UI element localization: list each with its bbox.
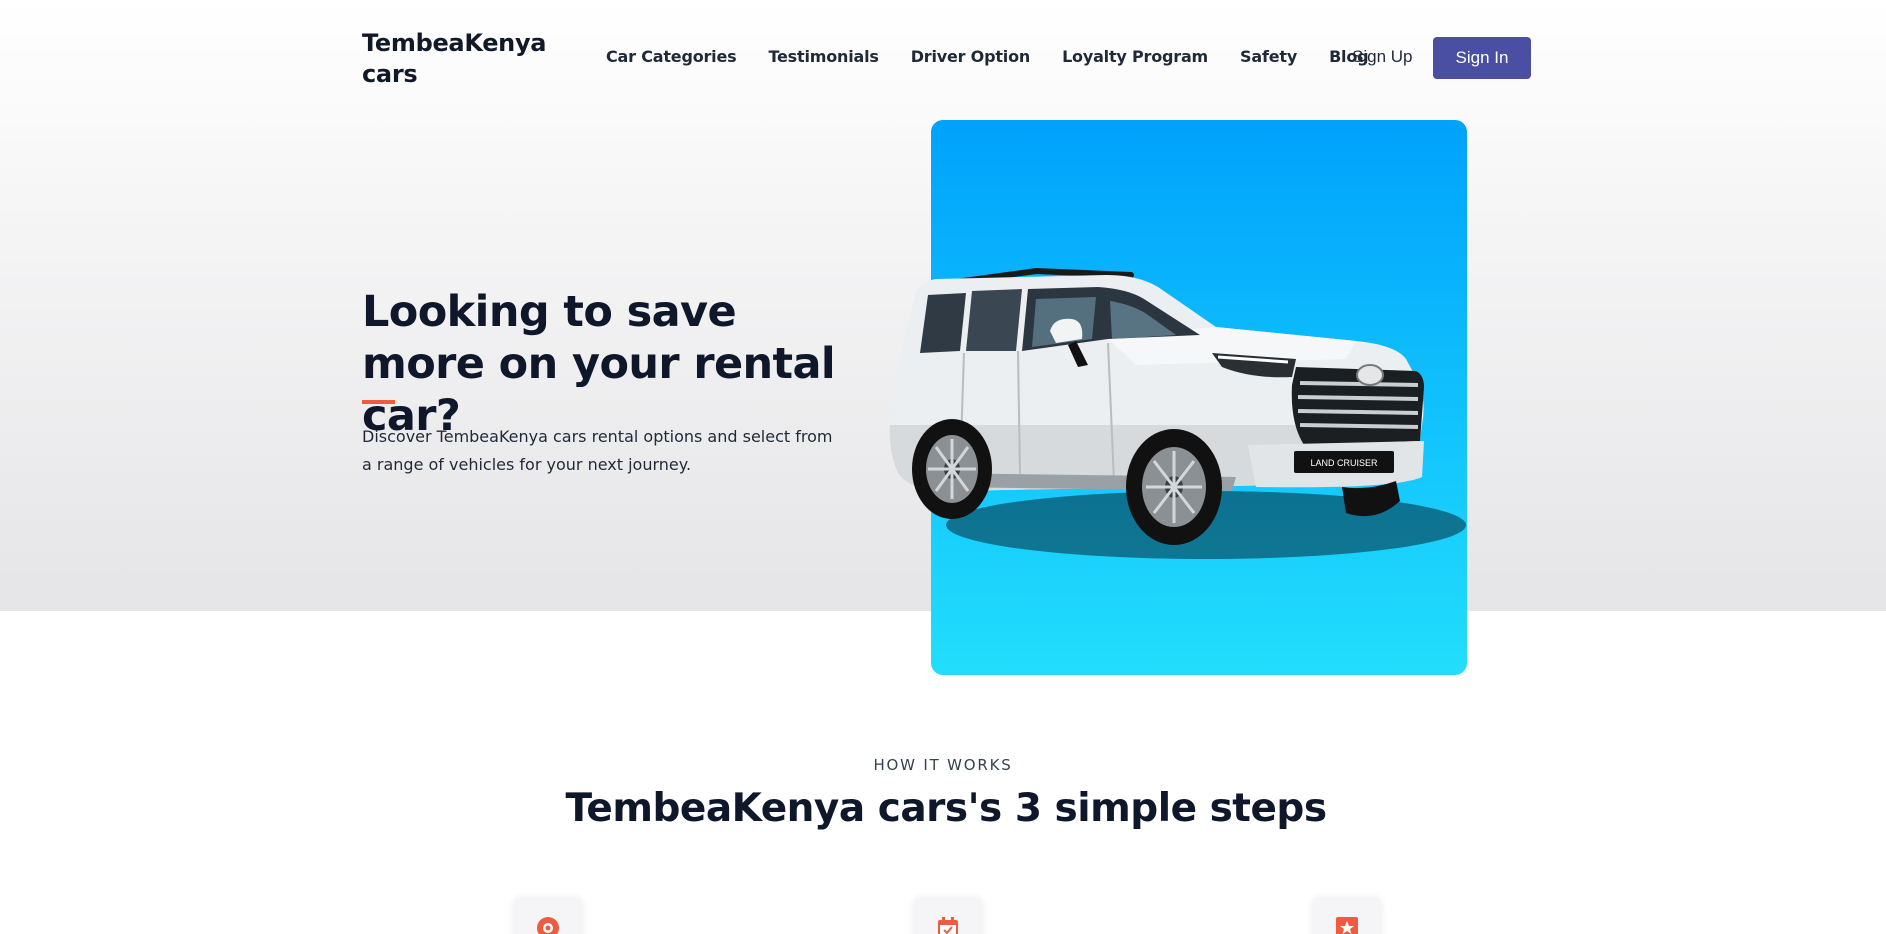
step-card-1	[514, 898, 582, 934]
nav-link-car-categories[interactable]: Car Categories	[606, 47, 737, 66]
hero-description: Discover TembeaKenya cars rental options…	[362, 427, 833, 474]
svg-text:LAND CRUISER: LAND CRUISER	[1310, 458, 1378, 468]
brand-logo[interactable]: TembeaKenya cars	[362, 28, 552, 90]
sign-in-button[interactable]: Sign In	[1433, 37, 1531, 79]
calendar-check-icon	[938, 917, 958, 934]
section-title: TembeaKenya cars's 3 simple steps	[565, 786, 1327, 831]
sign-up-link[interactable]: Sign Up	[1352, 47, 1412, 67]
nav-link-loyalty-program[interactable]: Loyalty Program	[1062, 47, 1208, 66]
step-card-3	[1313, 898, 1381, 934]
nav-links: Car Categories Testimonials Driver Optio…	[606, 47, 1369, 66]
suv-car-image: LAND CRUISER	[888, 267, 1466, 559]
section-eyebrow: HOW IT WORKS	[873, 756, 1013, 774]
nav-link-safety[interactable]: Safety	[1240, 47, 1297, 66]
hero-title: Looking to save more on your rental car?	[362, 287, 836, 441]
location-pin-icon	[537, 917, 559, 934]
hero-accent-underline	[362, 400, 395, 404]
step-card-2	[914, 898, 982, 934]
star-badge-icon	[1336, 917, 1358, 934]
nav-link-driver-option[interactable]: Driver Option	[911, 47, 1031, 66]
nav-link-testimonials[interactable]: Testimonials	[768, 47, 878, 66]
top-navigation: TembeaKenya cars Car Categories Testimon…	[0, 0, 1886, 118]
